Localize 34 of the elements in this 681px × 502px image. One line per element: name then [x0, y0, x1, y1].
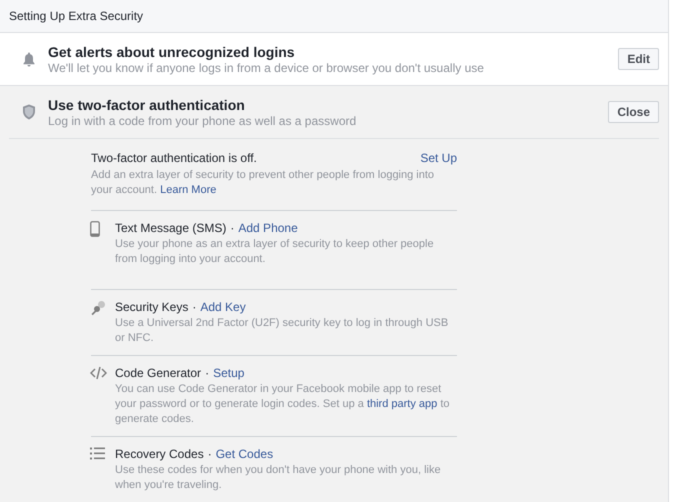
method-action-link[interactable]: Get Codes [216, 446, 274, 462]
section-subtitle: Log in with a code from your phone as well as a password [48, 114, 358, 128]
separator-dot: · [192, 299, 196, 315]
phone-icon [90, 221, 100, 237]
description: Use these codes for when you don't have your phone with you, like when you're traveling. [115, 463, 442, 493]
header-title: Setting Up Extra Security [9, 8, 144, 25]
section-subtitle: We'll let you know if anyone logs in from a device or browser you don't usually use [48, 60, 485, 76]
method-name: Recovery Codes [115, 446, 204, 462]
close-button[interactable]: Close [608, 101, 659, 123]
description: Add an extra layer of security to prevent other people from logging into your account. Learn More [91, 168, 436, 198]
link[interactable]: third party app [366, 398, 438, 410]
description: Use your phone as an extra layer of security to keep other people from logging into your account. [115, 237, 435, 267]
section-title: Use two-factor authentication [48, 96, 246, 114]
status-text: Two-factor authentication is off. [91, 150, 257, 167]
bell-icon [23, 52, 35, 66]
edit-button[interactable]: Edit [618, 48, 659, 70]
method-action-link[interactable]: Setup [213, 365, 244, 381]
method-action-link[interactable]: Add Phone [238, 220, 298, 236]
method-name: Code Generator [115, 365, 202, 381]
shield-icon [22, 104, 36, 120]
set-up-link[interactable]: Set Up [420, 149, 457, 167]
method-name: Text Message (SMS) [115, 220, 226, 236]
code-icon [90, 366, 107, 380]
method-name: Security Keys [115, 299, 188, 315]
method-action-link[interactable]: Add Key [200, 299, 246, 315]
separator-dot: · [208, 446, 212, 462]
description: You can use Code Generator in your Facebook mobile app to reset your password or to generate login codes. Set up a third party app to generate codes. [115, 382, 450, 427]
link[interactable]: Learn More [160, 184, 216, 196]
separator-dot: · [205, 365, 210, 381]
section-title: Get alerts about unrecognized logins [48, 42, 296, 60]
list-icon [90, 447, 105, 460]
key-icon [90, 300, 106, 316]
description: Use a Universal 2nd Factor (U2F) security key to log in through USB or NFC. [115, 316, 450, 346]
separator-dot: · [230, 220, 234, 236]
